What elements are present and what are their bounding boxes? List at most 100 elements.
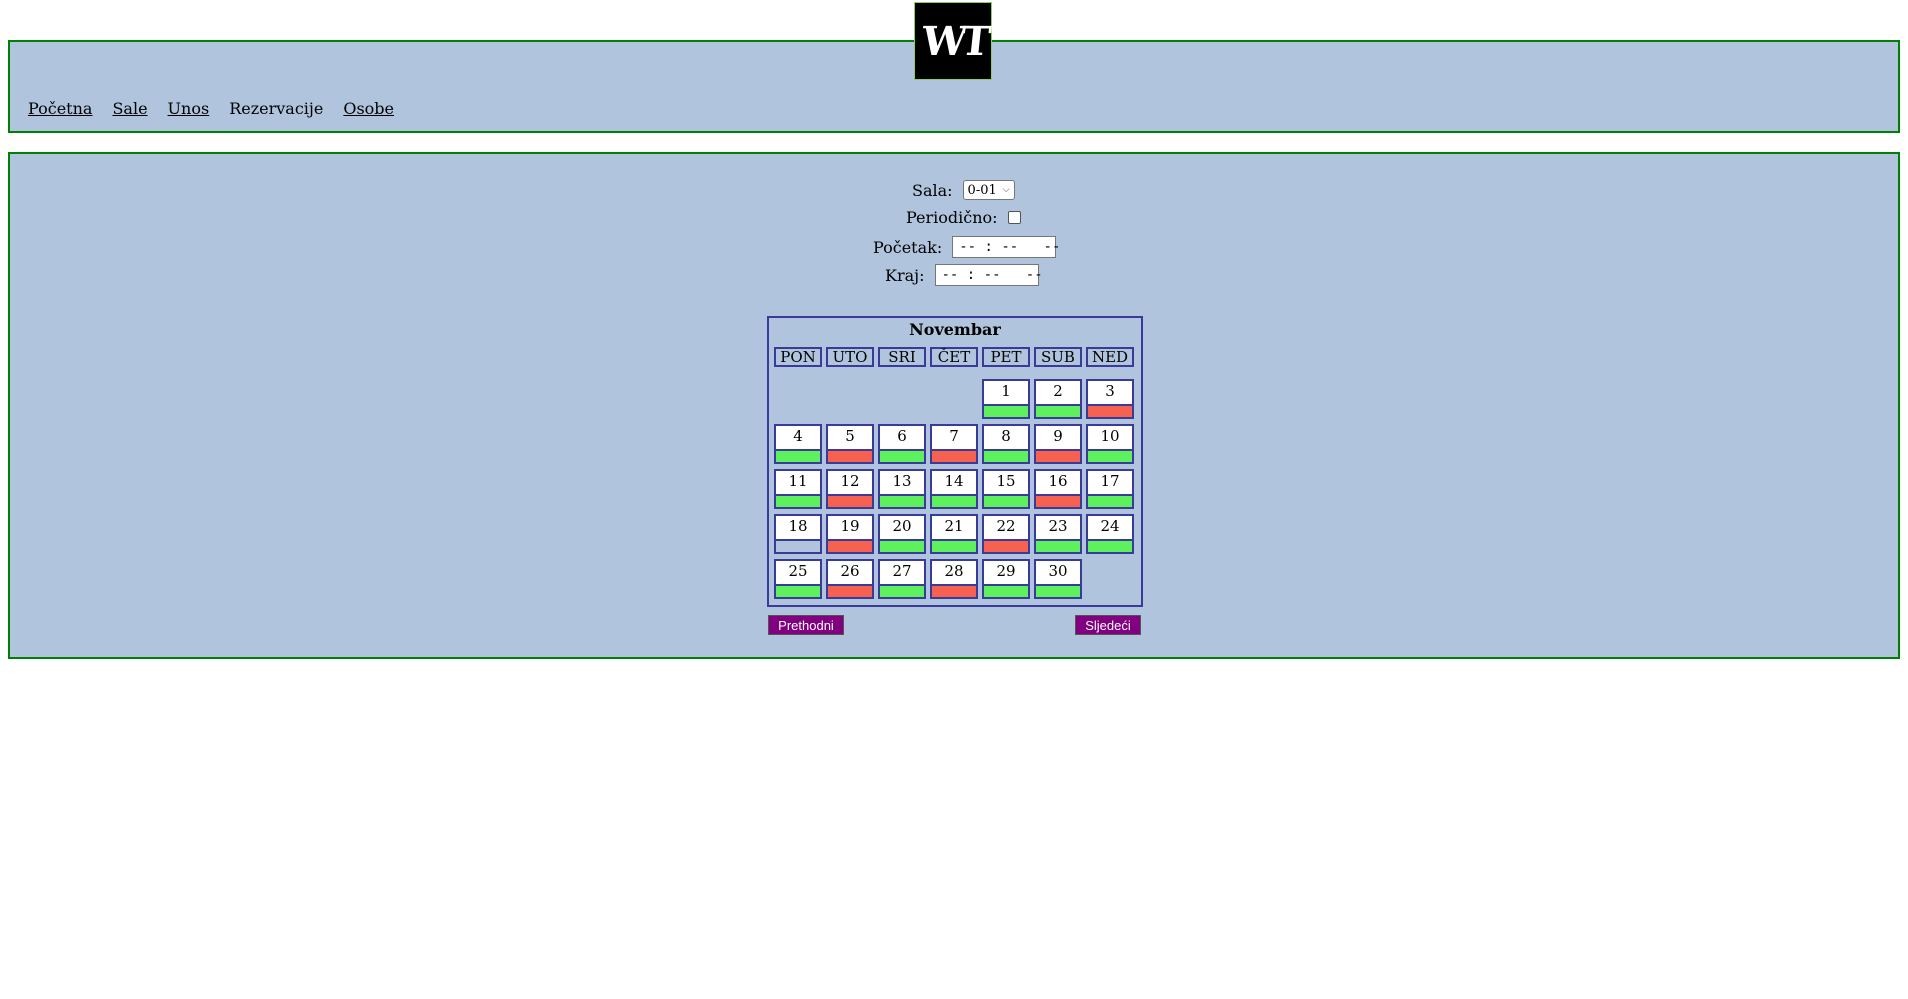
calendar-day[interactable]: 6 (878, 424, 926, 464)
availability-bar (1088, 494, 1132, 507)
nav-link-pocetna[interactable]: Početna (28, 99, 92, 118)
availability-bar (828, 584, 872, 597)
calendar-month-title: Novembar (909, 320, 1001, 339)
availability-bar (880, 449, 924, 462)
calendar-day-number: 1 (1001, 382, 1011, 400)
calendar-day-number: 10 (1100, 427, 1120, 445)
calendar-day[interactable]: 5 (826, 424, 874, 464)
prev-month-button[interactable]: Prethodni (768, 615, 844, 635)
calendar-day[interactable]: 17 (1086, 469, 1134, 509)
site-logo: WT (914, 2, 992, 80)
availability-bar (984, 584, 1028, 597)
calendar-day[interactable]: 4 (774, 424, 822, 464)
calendar-day[interactable]: 21 (930, 514, 978, 554)
main-nav: Početna Sale Unos Rezervacije Osobe (28, 99, 394, 118)
availability-bar (984, 404, 1028, 417)
calendar-day[interactable]: 27 (878, 559, 926, 599)
calendar-day[interactable]: 23 (1034, 514, 1082, 554)
kraj-row: Kraj: -- : -- -- (885, 264, 1043, 286)
calendar-day-number: 15 (996, 472, 1016, 490)
calendar-day[interactable]: 18 (774, 514, 822, 554)
pocetak-row: Početak: -- : -- -- (873, 236, 1060, 258)
calendar-day[interactable]: 3 (1086, 379, 1134, 419)
availability-bar (932, 539, 976, 552)
calendar-day[interactable]: 29 (982, 559, 1030, 599)
calendar-day-number: 17 (1100, 472, 1120, 490)
calendar-day-number: 26 (840, 562, 860, 580)
calendar-day-number: 12 (840, 472, 860, 490)
availability-bar (880, 539, 924, 552)
calendar-day-number: 18 (788, 517, 808, 535)
calendar-day[interactable]: 1 (982, 379, 1030, 419)
nav-link-unos[interactable]: Unos (168, 99, 210, 118)
weekday-header: PET (982, 347, 1030, 367)
availability-bar (984, 539, 1028, 552)
kraj-time-input[interactable]: -- : -- -- (934, 264, 1043, 286)
weekday-header: NED (1086, 347, 1134, 367)
availability-bar (932, 584, 976, 597)
weekday-header: PON (774, 347, 822, 367)
calendar-day[interactable]: 11 (774, 469, 822, 509)
kraj-label: Kraj: (885, 265, 925, 285)
calendar-day-number: 22 (996, 517, 1016, 535)
calendar-day-number: 28 (944, 562, 964, 580)
availability-bar (1036, 404, 1080, 417)
calendar-day-number: 27 (892, 562, 912, 580)
calendar-day[interactable]: 25 (774, 559, 822, 599)
calendar-day[interactable]: 24 (1086, 514, 1134, 554)
availability-bar (1036, 539, 1080, 552)
logo-text: WT (919, 17, 987, 65)
calendar-day[interactable]: 28 (930, 559, 978, 599)
calendar-day-number: 29 (996, 562, 1016, 580)
calendar-day[interactable]: 16 (1034, 469, 1082, 509)
next-month-button[interactable]: Sljedeći (1075, 615, 1141, 635)
sala-select-value: 0-01 (967, 182, 997, 198)
calendar-day[interactable]: 8 (982, 424, 1030, 464)
calendar-day[interactable]: 19 (826, 514, 874, 554)
calendar-day[interactable]: 7 (930, 424, 978, 464)
calendar-day-number: 21 (944, 517, 964, 535)
periodicno-checkbox[interactable] (1007, 211, 1021, 224)
sala-select[interactable]: 0-01 ⌵ (962, 180, 1015, 200)
chevron-down-icon: ⌵ (1002, 185, 1010, 195)
availability-bar (1088, 539, 1132, 552)
sala-row: Sala: 0-01 ⌵ (912, 180, 1015, 200)
calendar-day-number: 2 (1053, 382, 1063, 400)
availability-bar (984, 449, 1028, 462)
availability-bar (984, 494, 1028, 507)
weekday-header: ČET (930, 347, 978, 367)
nav-link-rezervacije[interactable]: Rezervacije (229, 99, 323, 118)
availability-bar (1036, 449, 1080, 462)
calendar-day[interactable]: 13 (878, 469, 926, 509)
calendar-day[interactable]: 26 (826, 559, 874, 599)
calendar-day[interactable]: 22 (982, 514, 1030, 554)
calendar-day[interactable]: 9 (1034, 424, 1082, 464)
availability-bar (776, 539, 820, 552)
calendar-day[interactable]: 2 (1034, 379, 1082, 419)
nav-link-sale[interactable]: Sale (112, 99, 147, 118)
calendar-day-number: 9 (1053, 427, 1063, 445)
availability-bar (1036, 584, 1080, 597)
calendar-day-number: 13 (892, 472, 912, 490)
periodicno-label: Periodično: (906, 208, 998, 227)
pocetak-time-input[interactable]: -- : -- -- (952, 236, 1060, 258)
calendar-day[interactable]: 10 (1086, 424, 1134, 464)
availability-bar (932, 449, 976, 462)
calendar-day[interactable]: 15 (982, 469, 1030, 509)
weekday-header: SUB (1034, 347, 1082, 367)
calendar-day-number: 4 (793, 427, 803, 445)
nav-link-osobe[interactable]: Osobe (343, 99, 394, 118)
weekday-header: SRI (878, 347, 926, 367)
calendar-day[interactable]: 20 (878, 514, 926, 554)
calendar-day[interactable]: 12 (826, 469, 874, 509)
availability-bar (1036, 494, 1080, 507)
calendar-day[interactable]: 14 (930, 469, 978, 509)
calendar-day-number: 23 (1048, 517, 1068, 535)
calendar-day[interactable]: 30 (1034, 559, 1082, 599)
calendar-day-number: 11 (788, 472, 808, 490)
availability-bar (932, 494, 976, 507)
availability-bar (828, 494, 872, 507)
pocetak-label: Početak: (873, 237, 943, 257)
weekday-header: UTO (826, 347, 874, 367)
calendar-day-number: 6 (897, 427, 907, 445)
